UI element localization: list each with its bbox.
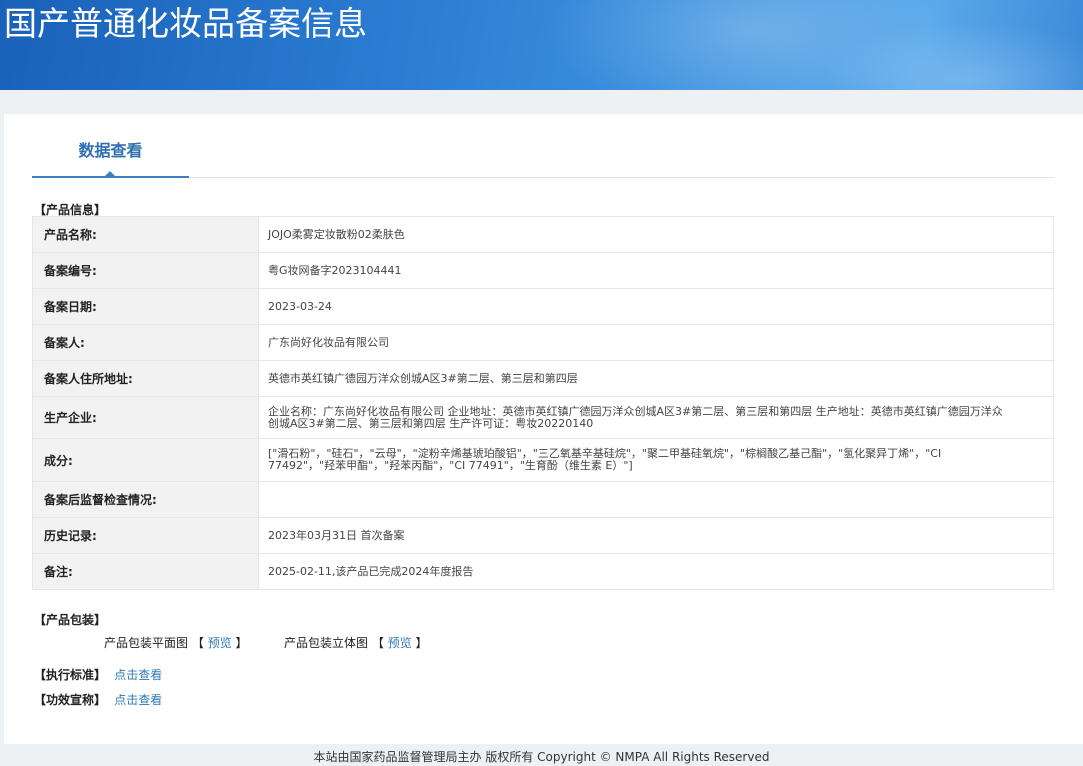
packaging-stereo-label: 产品包装立体图 <box>284 636 369 650</box>
table-row: 成分: ["滑石粉"，"硅石"，"云母"，"淀粉辛烯基琥珀酸铝"，"三乙氧基辛基… <box>32 438 1054 482</box>
bracket-open: 【 <box>371 636 384 650</box>
table-row: 备案后监督检查情况: <box>32 481 1054 518</box>
table-row: 产品名称: JOJO柔雾定妆散粉02柔肤色 <box>32 216 1054 253</box>
row-key: 成分: <box>32 438 259 482</box>
table-row: 备注: 2025-02-11,该产品已完成2024年度报告 <box>32 553 1054 590</box>
row-key: 生产企业: <box>32 396 259 439</box>
table-row: 历史记录: 2023年03月31日 首次备案 <box>32 517 1054 554</box>
row-value: 粤G妆网备字2023104441 <box>258 252 1054 289</box>
row-value: 2025-02-11,该产品已完成2024年度报告 <box>258 553 1054 590</box>
preview-flat-link[interactable]: 预览 <box>208 636 232 650</box>
product-info-table: 产品名称: JOJO柔雾定妆散粉02柔肤色 备案编号: 粤G妆网备字202310… <box>32 216 1054 590</box>
page-title: 国产普通化妆品备案信息 <box>4 4 367 43</box>
packaging-heading: 【产品包装】 <box>34 613 107 627</box>
row-key: 备注: <box>32 553 259 590</box>
packaging-stereo-row: 产品包装立体图 【 预览 】 <box>284 634 428 651</box>
standard-view-link[interactable]: 点击查看 <box>114 668 162 682</box>
row-value: 2023年03月31日 首次备案 <box>258 517 1054 554</box>
row-key: 历史记录: <box>32 517 259 554</box>
tab-indicator-caret <box>104 171 116 177</box>
preview-stereo-link[interactable]: 预览 <box>388 636 412 650</box>
bracket-close: 】 <box>415 636 428 650</box>
efficacy-row: 【功效宣称】 点击查看 <box>34 691 162 708</box>
row-value: 广东尚好化妆品有限公司 <box>258 324 1054 361</box>
footer-copyright: 本站由国家药品监督管理局主办 版权所有 Copyright © NMPA All… <box>313 750 770 764</box>
row-key: 备案编号: <box>32 252 259 289</box>
standard-heading: 【执行标准】 <box>34 668 107 682</box>
table-row: 备案人: 广东尚好化妆品有限公司 <box>32 324 1054 361</box>
table-row: 备案日期: 2023-03-24 <box>32 288 1054 325</box>
standard-row: 【执行标准】 点击查看 <box>34 666 162 683</box>
row-value: 英德市英红镇广德园万洋众创城A区3#第二层、第三层和第四层 <box>258 360 1054 397</box>
row-key: 备案人: <box>32 324 259 361</box>
row-key: 备案日期: <box>32 288 259 325</box>
bracket-close: 】 <box>235 636 248 650</box>
efficacy-view-link[interactable]: 点击查看 <box>114 693 162 707</box>
table-row: 备案人住所地址: 英德市英红镇广德园万洋众创城A区3#第二层、第三层和第四层 <box>32 360 1054 397</box>
bracket-open: 【 <box>191 636 204 650</box>
row-value: ["滑石粉"，"硅石"，"云母"，"淀粉辛烯基琥珀酸铝"，"三乙氧基辛基硅烷"，… <box>258 438 1054 482</box>
row-key: 产品名称: <box>32 216 259 253</box>
header-banner: 国产普通化妆品备案信息 <box>0 0 1083 90</box>
table-row: 备案编号: 粤G妆网备字2023104441 <box>32 252 1054 289</box>
row-value: 企业名称：广东尚好化妆品有限公司 企业地址：英德市英红镇广德园万洋众创城A区3#… <box>258 396 1054 439</box>
row-value: 2023-03-24 <box>258 288 1054 325</box>
row-key: 备案后监督检查情况: <box>32 481 259 518</box>
row-key: 备案人住所地址: <box>32 360 259 397</box>
efficacy-heading: 【功效宣称】 <box>34 693 107 707</box>
table-row: 生产企业: 企业名称：广东尚好化妆品有限公司 企业地址：英德市英红镇广德园万洋众… <box>32 396 1054 439</box>
packaging-flat-row: 产品包装平面图 【 预览 】 <box>104 634 248 651</box>
packaging-flat-label: 产品包装平面图 <box>104 636 189 650</box>
row-value <box>258 481 1054 518</box>
tab-bar: 数据查看 <box>32 138 1054 178</box>
row-value: JOJO柔雾定妆散粉02柔肤色 <box>258 216 1054 253</box>
content-panel: 数据查看 【产品信息】 产品名称: JOJO柔雾定妆散粉02柔肤色 备案编号: … <box>4 114 1083 744</box>
